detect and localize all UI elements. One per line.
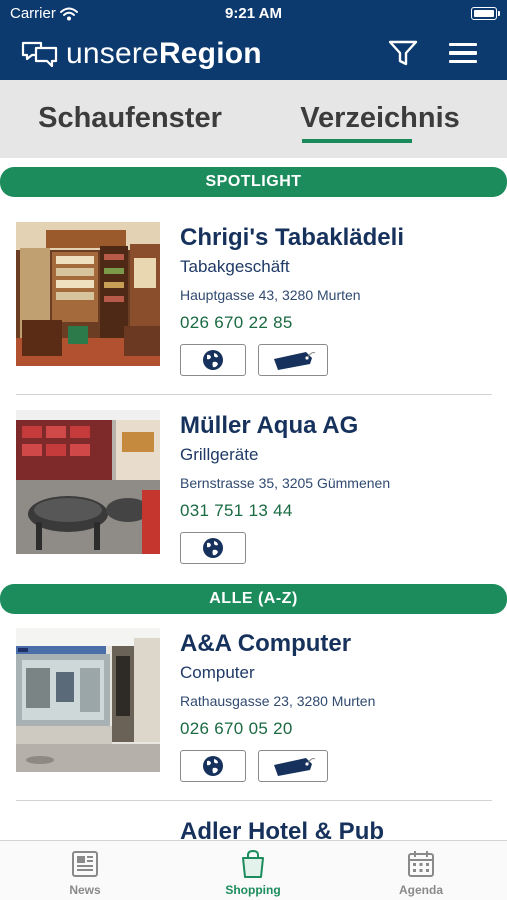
globe-icon (203, 756, 223, 776)
battery-icon (471, 7, 500, 20)
app-bar: unsereRegion (0, 28, 507, 80)
hamburger-menu-icon[interactable] (446, 38, 480, 68)
menu-line (449, 42, 477, 47)
listing-name[interactable]: Chrigi's Tabaklädeli (180, 224, 499, 252)
segment-control: Schaufenster Verzeichnis (0, 80, 507, 158)
filter-icon (388, 40, 418, 66)
listing-address[interactable]: Bernstrasse 35, 3205 Gümmenen (180, 474, 499, 492)
logo-text-bold: Region (158, 37, 262, 70)
offers-button[interactable] (258, 750, 328, 782)
shopping-bag-icon (242, 849, 264, 878)
listing-item[interactable]: Adler Hotel & Pub (0, 818, 507, 840)
tab-shopping-label: Shopping (225, 883, 281, 897)
menu-line (449, 59, 477, 64)
tab-news-label: News (69, 883, 101, 897)
app-header: Carrier 9:21 AM unsereRegion (0, 0, 507, 80)
tab-agenda[interactable]: Agenda (361, 849, 481, 897)
menu-line (449, 51, 477, 55)
offers-button[interactable] (258, 344, 328, 376)
listing-actions (180, 750, 499, 782)
listing-category: Tabakgeschäft (180, 257, 290, 276)
listing-divider (16, 394, 492, 395)
filter-button[interactable] (386, 38, 420, 68)
logo-text-light: unsere (66, 37, 159, 70)
listing-phone[interactable]: 031 751 13 44 (180, 500, 499, 522)
listing-info: Adler Hotel & Pub (180, 818, 499, 840)
listing-name[interactable]: A&A Computer (180, 630, 499, 658)
listing-info: Chrigi's Tabaklädeli Tabakgeschäft Haupt… (180, 224, 499, 376)
tab-shopping[interactable]: Shopping (193, 849, 313, 897)
active-tab-underline (302, 139, 412, 143)
speech-bubbles-logo-icon (21, 41, 58, 68)
price-tag-icon (274, 352, 316, 370)
listing-info: A&A Computer Computer Rathausgasse 23, 3… (180, 630, 499, 782)
price-tag-icon (274, 758, 316, 776)
listing-name[interactable]: Müller Aqua AG (180, 412, 499, 440)
listing-photo (16, 222, 160, 366)
listing-item[interactable]: A&A Computer Computer Rathausgasse 23, 3… (0, 628, 507, 800)
status-bar: Carrier 9:21 AM (0, 0, 507, 28)
newspaper-icon (72, 851, 98, 877)
listing-item[interactable]: Müller Aqua AG Grillgeräte Bernstrasse 3… (0, 410, 507, 572)
listing-item[interactable]: Chrigi's Tabaklädeli Tabakgeschäft Haupt… (0, 222, 507, 394)
listing-category: Computer (180, 663, 255, 682)
listing-photo (16, 410, 160, 554)
website-button[interactable] (180, 532, 246, 564)
listing-photo (16, 628, 160, 772)
website-button[interactable] (180, 750, 246, 782)
listing-phone[interactable]: 026 670 05 20 (180, 718, 499, 740)
listing-address[interactable]: Rathausgasse 23, 3280 Murten (180, 692, 499, 710)
listing-name[interactable]: Adler Hotel & Pub (180, 818, 499, 840)
tab-news[interactable]: News (25, 849, 145, 897)
globe-icon (203, 350, 223, 370)
listing-divider (16, 800, 492, 801)
listing-actions (180, 532, 499, 564)
app-logo[interactable]: unsereRegion (20, 36, 262, 72)
listing-category: Grillgeräte (180, 445, 259, 464)
calendar-icon (408, 851, 434, 877)
app-logo-text: unsereRegion (66, 36, 262, 72)
listing-phone[interactable]: 026 670 22 85 (180, 312, 499, 334)
bottom-tab-bar: News Shopping Agenda (0, 840, 507, 900)
listing-info: Müller Aqua AG Grillgeräte Bernstrasse 3… (180, 412, 499, 564)
section-header-spotlight: SPOTLIGHT (0, 167, 507, 197)
website-button[interactable] (180, 344, 246, 376)
tab-schaufenster[interactable]: Schaufenster (18, 102, 242, 135)
tab-verzeichnis[interactable]: Verzeichnis (268, 102, 492, 135)
listing-actions (180, 344, 499, 376)
tab-agenda-label: Agenda (398, 883, 443, 897)
status-time: 9:21 AM (225, 5, 282, 22)
listing-address[interactable]: Hauptgasse 43, 3280 Murten (180, 286, 499, 304)
section-header-all: ALLE (A-Z) (0, 584, 507, 614)
globe-icon (203, 538, 223, 558)
